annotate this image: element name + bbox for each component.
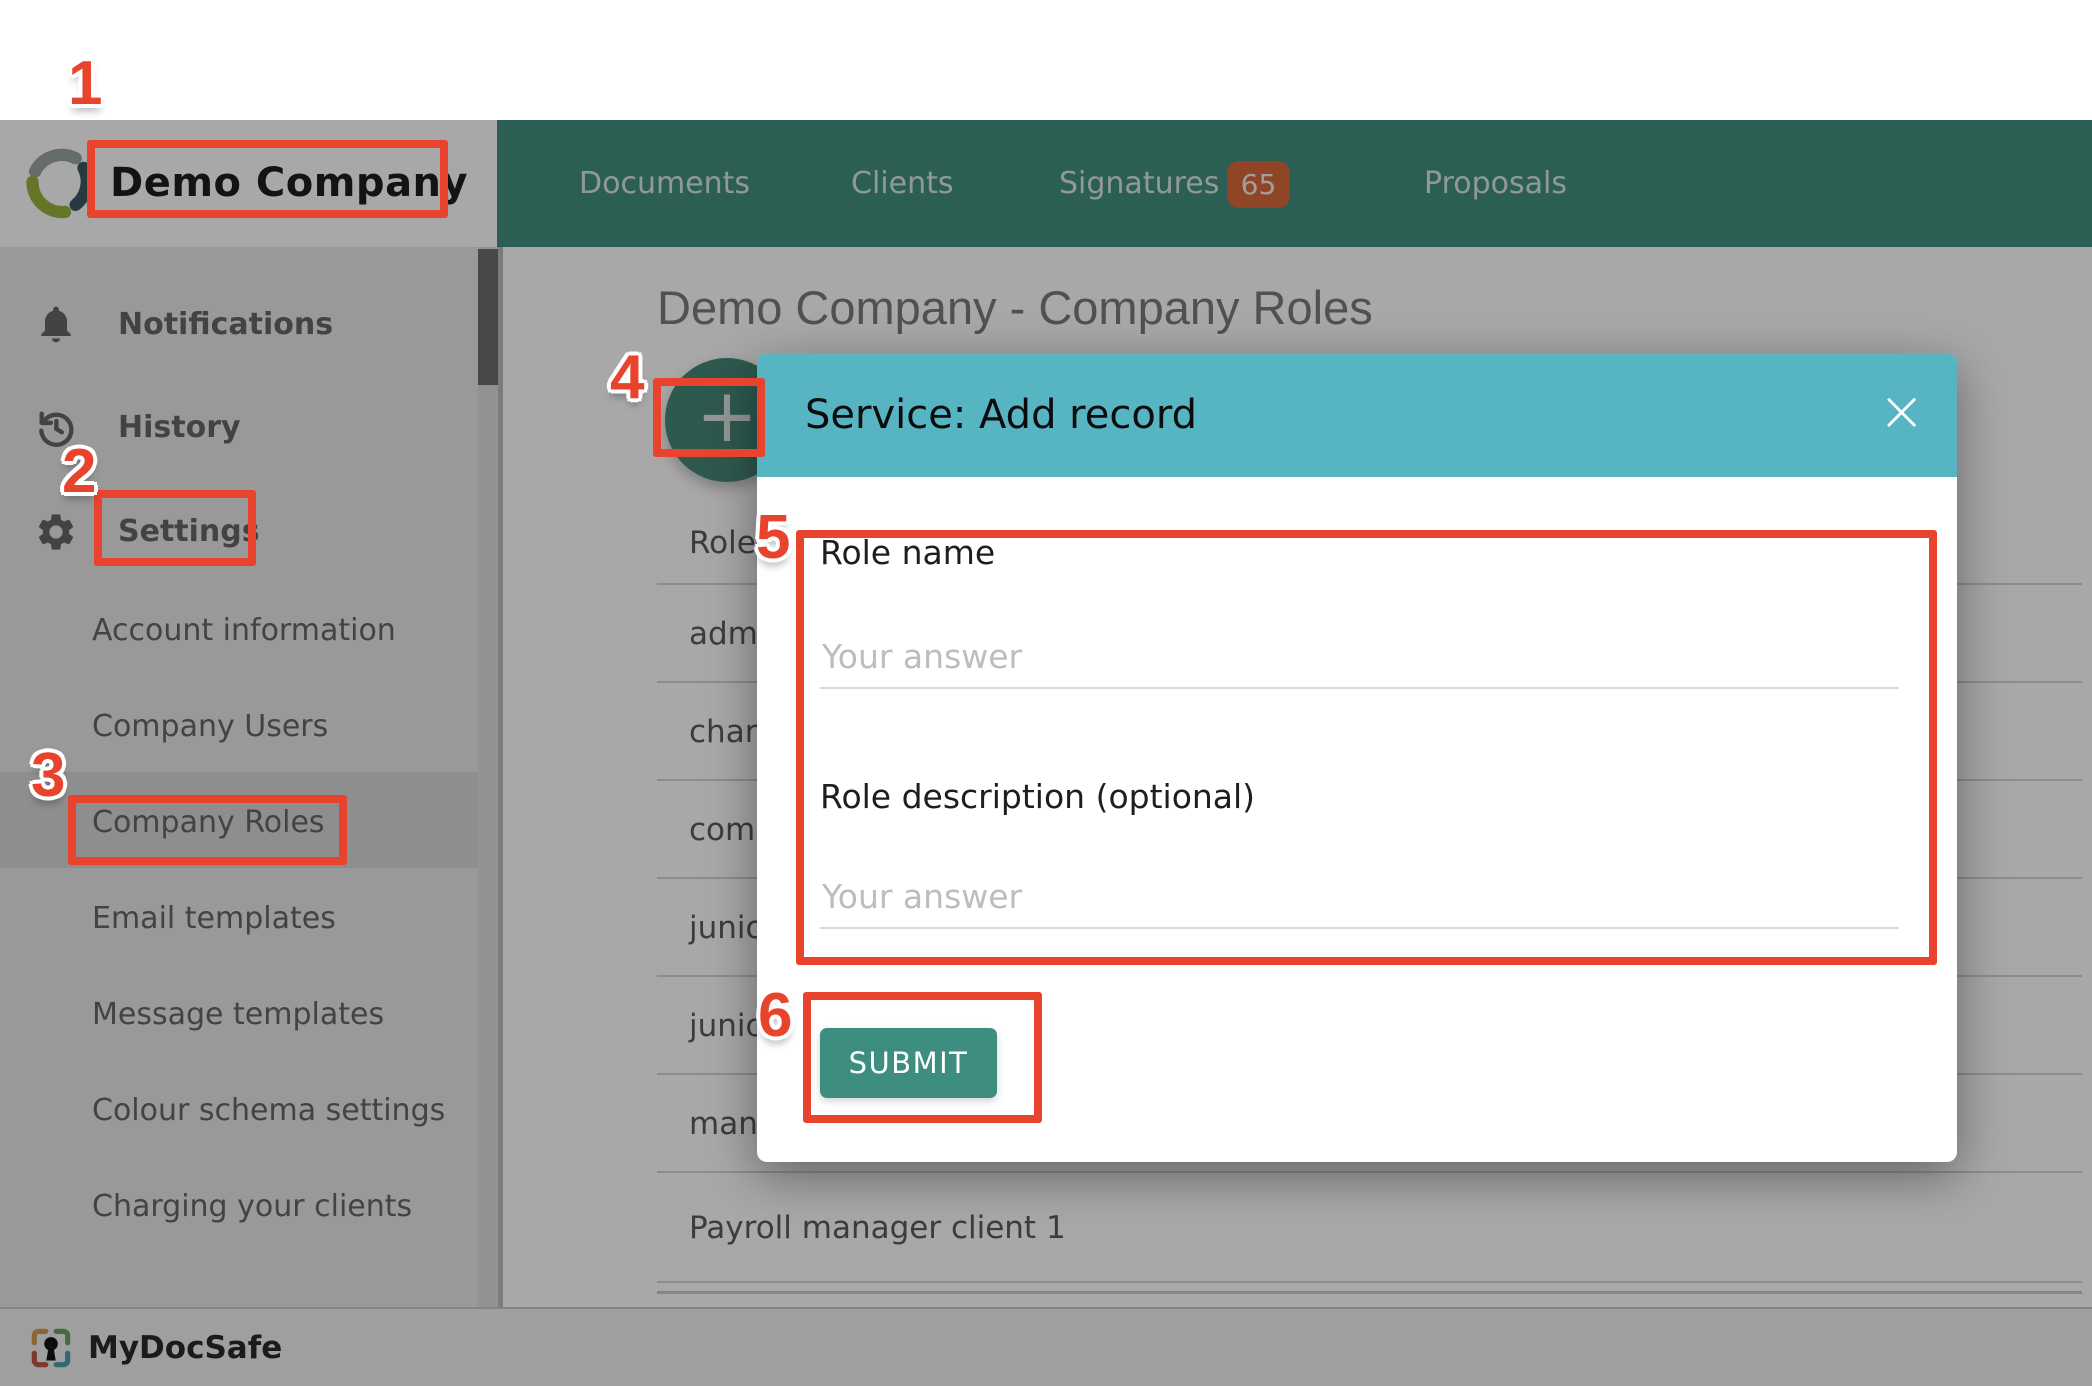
annotation-box-2 (94, 490, 256, 566)
annotation-number-1: 1 (68, 48, 102, 119)
modal-title: Service: Add record (805, 353, 1197, 477)
annotation-box-6 (803, 992, 1042, 1123)
annotation-box-3 (68, 795, 347, 865)
annotation-number-2: 2 (62, 436, 96, 507)
annotation-number-4: 4 (610, 342, 644, 413)
annotation-number-6: 6 (758, 980, 792, 1051)
annotation-number-5: 5 (756, 502, 790, 573)
modal-header: Service: Add record × (757, 353, 1957, 477)
app-window: Demo Company Documents Clients Signature… (0, 0, 2092, 1386)
annotation-number-3: 3 (31, 740, 65, 811)
annotation-box-1 (87, 140, 448, 218)
top-white-strip (0, 0, 2092, 120)
annotation-box-4 (653, 378, 765, 457)
close-icon[interactable]: × (1878, 353, 1925, 477)
annotation-box-5 (796, 530, 1937, 965)
